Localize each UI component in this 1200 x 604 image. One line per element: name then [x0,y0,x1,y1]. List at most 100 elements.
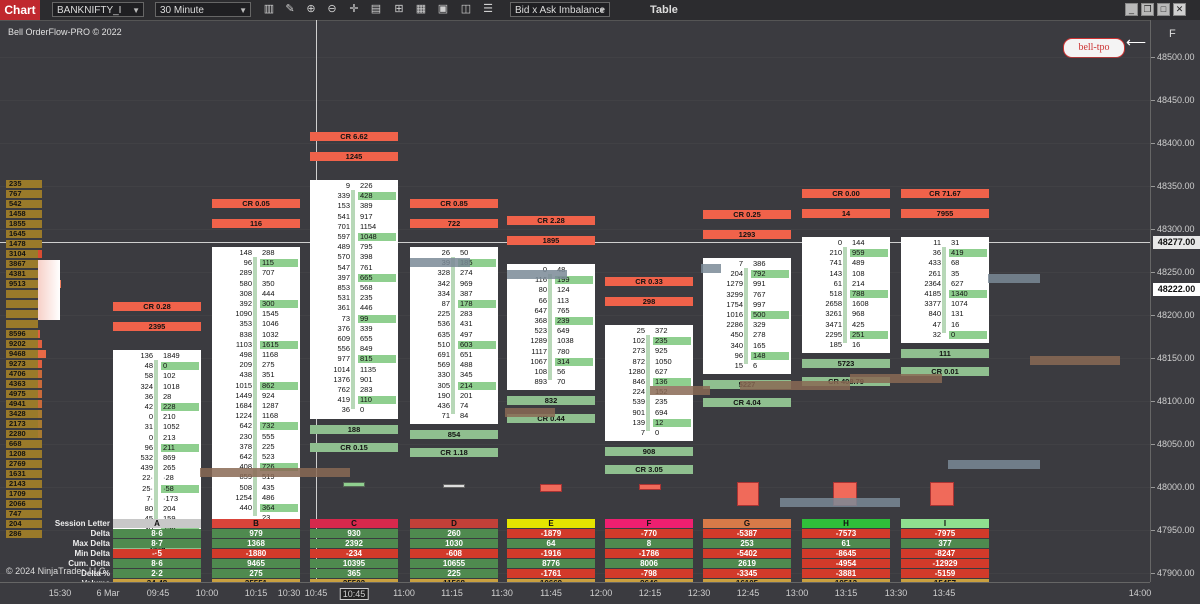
volume-profile-row: 9513 [6,280,38,288]
ask-cell: 226 [360,181,373,190]
time-label: 13:00 [785,588,809,598]
time-label: 14:00 [1128,588,1152,598]
ask-cell: 56 [557,367,566,376]
bid-cell: 531 [337,293,350,303]
session-e-letter: E [507,519,595,528]
candle-body [548,274,552,381]
chart-trader-icon[interactable]: ⊞ [392,2,406,17]
zoom-in-icon[interactable]: ⊕ [304,2,318,17]
chart-tab[interactable]: Chart [0,0,40,20]
volume-profile-row: 747 [6,510,38,518]
session-h-cum: -4954 [802,559,890,568]
ask-cell: 488 [460,360,473,370]
ask-cell: 694 [655,407,668,417]
chart-style-icon[interactable]: ◫ [459,2,473,17]
bid-cell: 36 [341,405,350,415]
restore-icon[interactable]: ❐ [1141,3,1154,16]
ask-cell: 31 [951,238,960,247]
bid-cell: 419 [337,395,350,405]
bid-cell: 368 [534,316,547,325]
templates-icon[interactable]: ☰ [481,2,495,17]
bid-cell: 438 [239,370,252,380]
bid-cell: 1754 [726,299,743,309]
ask-cell: 239 [555,317,593,325]
zoom-out-icon[interactable]: ⊖ [325,2,339,17]
bid-cell: 328 [437,268,450,278]
ask-cell: 991 [753,279,766,289]
ask-cell: 959 [850,249,888,258]
ask-cell: 419 [949,249,987,258]
bid-cell: 635 [437,329,450,339]
time-label: 12:30 [687,588,711,598]
ask-cell: 707 [262,268,275,278]
price-axis[interactable]: F 48500.00 48450.00 48400.00 48350.00 48300.… [1150,20,1200,582]
ask-cell: 767 [753,289,766,299]
bid-cell: 80 [144,504,153,513]
pencil-icon[interactable]: ✎ [283,2,297,17]
candle-body [942,247,946,333]
bid-cell: 190 [437,390,450,400]
time-label: 12:45 [736,588,760,598]
ask-cell: 849 [360,344,373,354]
bid-cell: 450 [730,330,743,340]
volume-profile-bar [38,460,42,468]
session-e-pct: -1761 [507,569,595,578]
volume-profile-bar [38,480,42,488]
ask-cell: 486 [262,492,275,502]
volume-top-label: 1293 [703,230,791,239]
imbalance-zone [740,381,850,390]
volume-profile-row: 9273 [6,360,38,368]
table-row-label: Delta [90,529,110,538]
session-i-pct: -5159 [901,569,989,578]
close-icon[interactable]: ✕ [1173,3,1186,16]
ask-cell: 431 [460,319,473,329]
volume-profile-row: 3428 [6,410,38,418]
ask-cell: 300 [260,300,298,308]
candle-body [154,360,158,528]
candle-body [744,268,748,365]
ask-cell: ·58 [161,484,199,493]
time-label: 12:00 [589,588,613,598]
minimize-icon[interactable]: _ [1125,3,1138,16]
ask-cell: 364 [260,504,298,512]
chart-plot-area[interactable]: Bell OrderFlow-PRO © 2022 bell-tpo ⟵ 235… [0,20,1150,588]
price-tick-mark [1151,272,1155,273]
bid-cell: 1067 [530,356,547,366]
ask-cell: 925 [655,346,668,356]
volume-profile-bar [38,430,42,438]
properties-icon[interactable]: ▦ [414,2,428,17]
price-tick-label: 48250.00 [1157,267,1195,277]
maximize-icon[interactable]: □ [1157,3,1170,16]
bid-cell: 642 [239,452,252,461]
volume-profile-row [6,310,38,318]
session-d-cum: 10655 [410,559,498,568]
strategies-icon[interactable]: ▤ [369,2,383,17]
imbalance-zone [701,264,721,273]
table-button[interactable]: Table [650,0,678,20]
bid-cell: 340 [730,340,743,350]
session-h-letter: H [802,519,890,528]
bid-cell: 489 [337,242,350,252]
bid-cell: 58 [144,371,153,381]
ask-cell: 997 [753,299,766,309]
crosshair-icon[interactable]: ✛ [347,2,361,17]
ask-cell: 148 [751,351,789,360]
indicator-selector[interactable]: Bid x Ask Imbalance ▼ [510,2,610,17]
imbalance-zone [850,374,942,383]
ask-cell: 815 [358,355,396,364]
interval-selector[interactable]: 30 Minute ▼ [155,2,251,17]
instrument-selector[interactable]: BANKNIFTY_I ▼ [52,2,144,17]
ask-cell: 1608 [852,299,869,309]
ask-cell: 497 [460,329,473,339]
time-label: 6 Mar [96,588,120,598]
session-g-cum: 2619 [703,559,791,568]
bid-cell: 324 [140,381,153,391]
bid-cell: 261 [928,268,941,278]
time-axis[interactable]: 15:30 6 Mar 09:45 10:00 10:15 10:30 10:45 10:45… [0,582,1152,604]
bid-cell: 339 [337,191,350,201]
data-box-icon[interactable]: ▣ [436,2,450,17]
bar-chart-icon[interactable]: ▥ [262,2,276,17]
ask-cell: 16 [951,319,960,329]
bid-cell: 308 [239,288,252,298]
volume-profile-row: 1631 [6,470,38,478]
